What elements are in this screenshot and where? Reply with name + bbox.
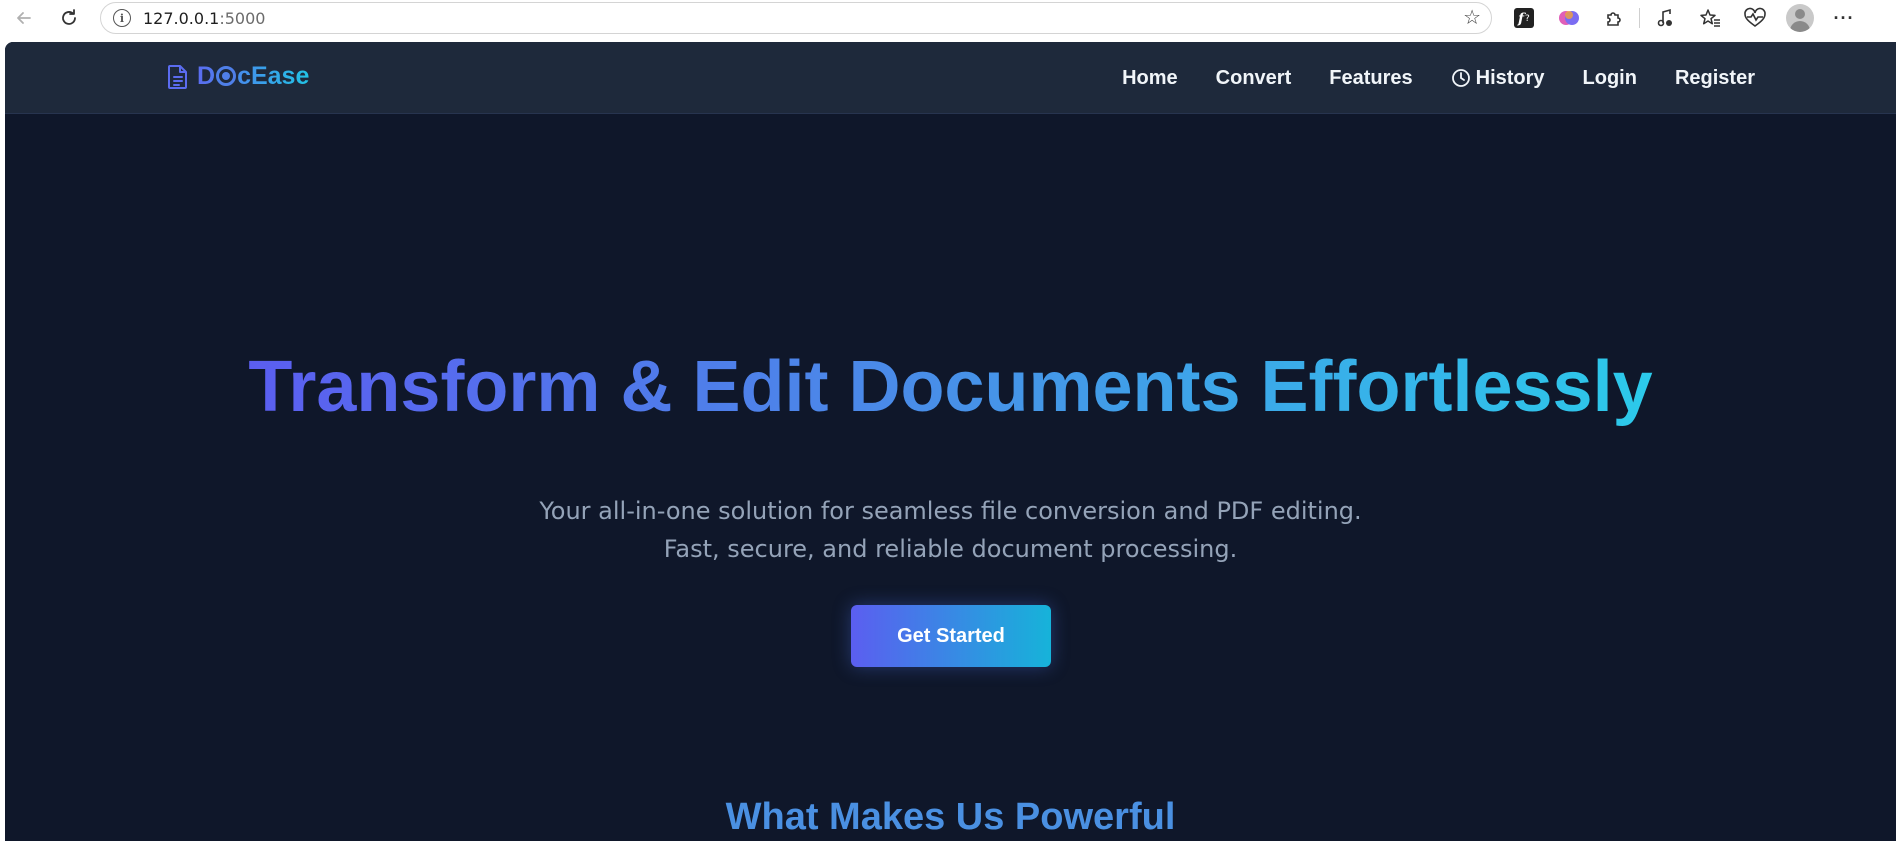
site-navbar: DcEase Home Convert Features History Log…: [5, 42, 1896, 114]
hero-subtitle: Your all-in-one solution for seamless fi…: [5, 492, 1896, 568]
brand-o-glyph: [216, 66, 237, 86]
health-icon[interactable]: [1742, 5, 1768, 31]
url-port: :5000: [219, 8, 266, 28]
hero-subtitle-line-2: Fast, secure, and reliable document proc…: [663, 535, 1238, 563]
features-heading: What Makes Us Powerful: [725, 796, 1176, 838]
hero-title-text: Transform & Edit Documents Effortlessly: [248, 347, 1653, 427]
url-text[interactable]: 127.0.0.1:5000: [143, 9, 265, 28]
nav-login[interactable]: Login: [1583, 67, 1637, 90]
puzzle-icon[interactable]: [1601, 5, 1627, 31]
get-started-button[interactable]: Get Started: [851, 605, 1051, 667]
clock-icon: [1451, 69, 1470, 87]
star-icon[interactable]: ☆: [1463, 8, 1481, 28]
info-icon[interactable]: i: [113, 9, 131, 27]
favorites-icon[interactable]: [1697, 5, 1723, 31]
hero-title: Transform & Edit Documents Effortlessly: [5, 347, 1896, 427]
nav-history-label: History: [1475, 66, 1545, 89]
brand-name-suffix: cEase: [237, 62, 310, 90]
brain-extension-icon[interactable]: [1556, 5, 1582, 31]
media-icon[interactable]: [1652, 5, 1678, 31]
hero-subtitle-line-1: Your all-in-one solution for seamless fi…: [539, 497, 1362, 525]
more-menu-icon[interactable]: ···: [1831, 5, 1857, 31]
svg-text:?: ?: [1525, 14, 1530, 24]
profile-avatar[interactable]: [1786, 4, 1814, 32]
nav-features[interactable]: Features: [1329, 67, 1412, 90]
page-viewport: DcEase Home Convert Features History Log…: [5, 42, 1896, 841]
nav-home[interactable]: Home: [1122, 67, 1178, 90]
reload-icon[interactable]: [55, 4, 83, 32]
browser-toolbar: i 127.0.0.1:5000 ☆ f? ···: [0, 0, 1896, 36]
brand-name: DcEase: [197, 62, 309, 91]
toolbar-separator: [1639, 8, 1640, 28]
document-icon: [168, 64, 187, 89]
nav-links: Home Convert Features History Login Regi…: [1122, 42, 1755, 114]
brand-logo[interactable]: DcEase: [167, 62, 309, 91]
nav-convert[interactable]: Convert: [1216, 67, 1292, 90]
font-extension-icon[interactable]: f?: [1511, 5, 1537, 31]
address-bar[interactable]: i 127.0.0.1:5000 ☆: [100, 2, 1492, 34]
back-icon[interactable]: [10, 4, 38, 32]
nav-history[interactable]: History: [1451, 67, 1545, 90]
brand-name-prefix: D: [197, 62, 216, 90]
nav-register[interactable]: Register: [1675, 67, 1755, 90]
url-host: 127.0.0.1: [143, 8, 220, 28]
